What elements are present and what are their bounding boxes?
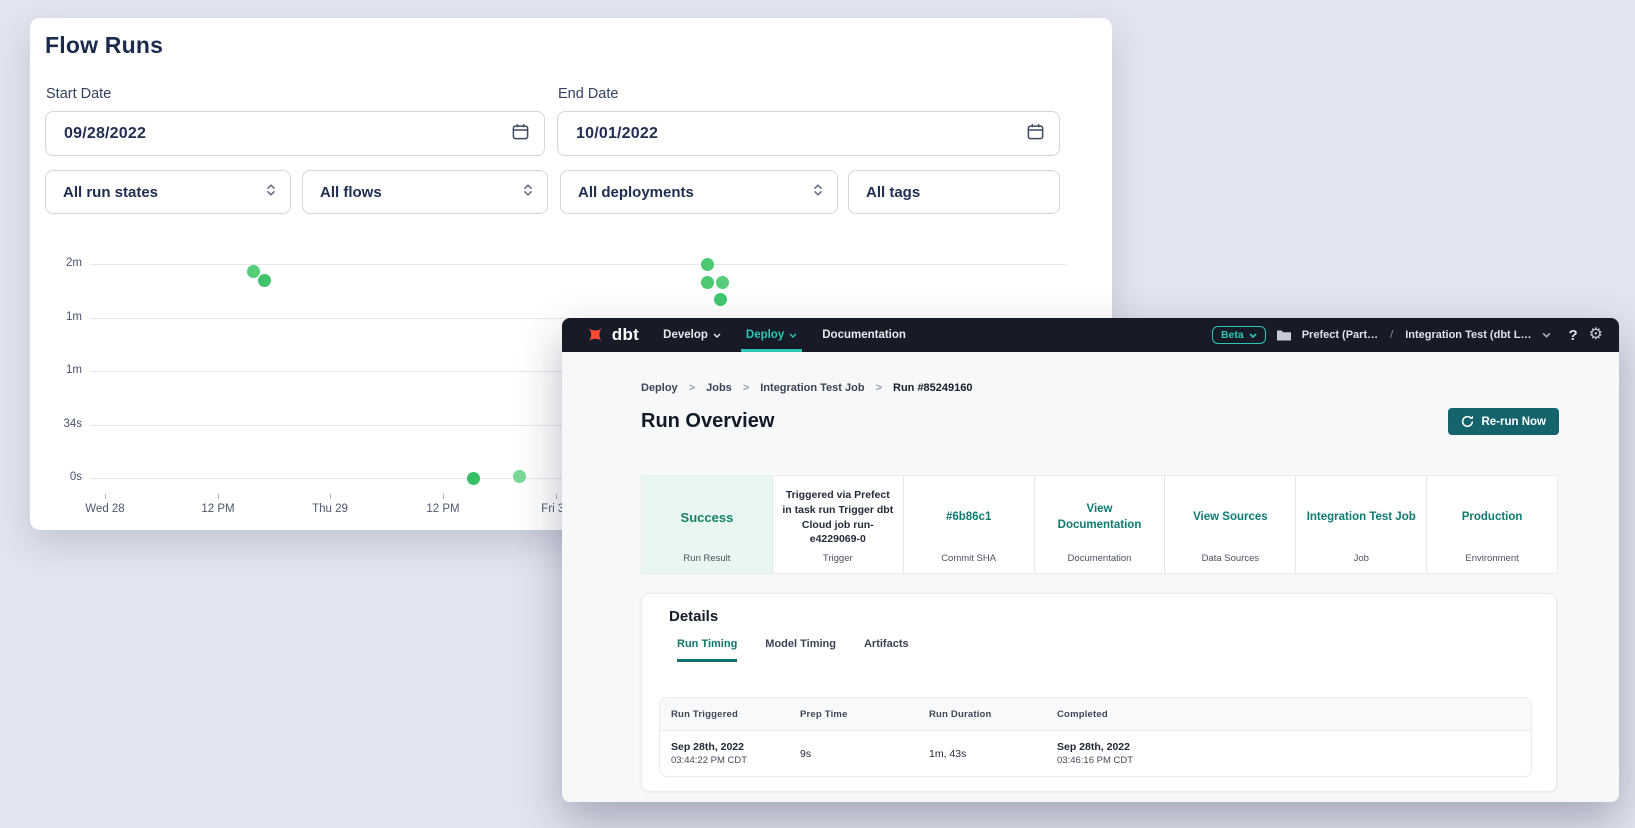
run-timing-table: Run Triggered Prep Time Run Duration Com… <box>659 697 1532 777</box>
desktop: Flow Runs Start Date End Date 09/28/2022… <box>0 0 1635 828</box>
gear-icon[interactable]: ⚙ <box>1589 327 1603 343</box>
card-run-result: Success Run Result <box>642 476 773 573</box>
project-selector[interactable]: Integration Test (dbt L… <box>1405 329 1531 341</box>
card-environment: Production Environment <box>1427 476 1557 573</box>
x-axis-tick-label: 12 PM <box>201 503 234 515</box>
dbt-cloud-window: ✦ dbt Develop Deploy Documentation Beta <box>562 318 1619 802</box>
chevron-down-icon <box>1249 333 1257 338</box>
card-trigger: Triggered via Prefect in task run Trigge… <box>773 476 904 573</box>
commit-sha-link[interactable]: #6b86c1 <box>946 510 991 526</box>
x-axis-tick-label: Thu 29 <box>312 503 348 515</box>
run-summary-cards: Success Run Result Triggered via Prefect… <box>641 475 1558 574</box>
rerun-now-button[interactable]: Re-run Now <box>1448 408 1559 435</box>
folder-icon <box>1277 329 1291 341</box>
y-axis-tick-label: 0s <box>38 471 82 483</box>
breadcrumb-run-number: Run #85249160 <box>893 382 973 394</box>
status-badge: Success <box>681 510 734 525</box>
flow-run-point[interactable] <box>701 276 714 289</box>
tab-artifacts[interactable]: Artifacts <box>864 638 909 662</box>
job-link[interactable]: Integration Test Job <box>1307 510 1416 526</box>
breadcrumb-jobs[interactable]: Jobs <box>706 382 732 394</box>
y-axis-tick-label: 34s <box>38 418 82 430</box>
view-sources-link[interactable]: View Sources <box>1193 510 1268 526</box>
col-completed: Completed <box>1057 709 1531 720</box>
dbt-brand[interactable]: dbt <box>612 325 639 345</box>
card-job: Integration Test Job Job <box>1296 476 1427 573</box>
y-axis-tick-label: 1m <box>38 364 82 376</box>
path-separator: / <box>1390 329 1393 341</box>
nav-item-develop[interactable]: Develop <box>663 318 721 352</box>
view-documentation-link[interactable]: View Documentation <box>1044 502 1156 533</box>
breadcrumb-separator: > <box>743 382 749 394</box>
col-prep-time: Prep Time <box>800 709 929 720</box>
x-axis-tick-mark <box>443 494 444 499</box>
breadcrumb-job-name[interactable]: Integration Test Job <box>760 382 864 394</box>
refresh-icon <box>1461 415 1474 428</box>
x-axis-tick-mark <box>556 494 557 499</box>
run-triggered-cell: Sep 28th, 2022 03:44:22 PM CDT <box>671 741 800 766</box>
run-duration-cell: 1m, 43s <box>929 748 1057 760</box>
breadcrumb-separator: > <box>689 382 695 394</box>
flow-run-point[interactable] <box>716 276 729 289</box>
y-axis-tick-label: 1m <box>38 311 82 323</box>
tab-run-timing[interactable]: Run Timing <box>677 638 737 662</box>
help-icon[interactable]: ? <box>1568 327 1577 344</box>
prep-time-cell: 9s <box>800 748 929 760</box>
x-axis-tick-mark <box>218 494 219 499</box>
chevron-down-icon <box>713 333 721 338</box>
breadcrumb-deploy[interactable]: Deploy <box>641 382 678 394</box>
y-axis-tick-label: 2m <box>38 257 82 269</box>
nav-item-deploy[interactable]: Deploy <box>746 318 797 352</box>
run-overview-title: Run Overview <box>641 410 774 433</box>
nav-item-documentation[interactable]: Documentation <box>822 318 906 352</box>
chart-gridline <box>90 264 1066 265</box>
environment-link[interactable]: Production <box>1462 510 1523 526</box>
completed-cell: Sep 28th, 2022 03:46:16 PM CDT <box>1057 741 1531 766</box>
dbt-logo-icon: ✦ <box>578 318 612 352</box>
chevron-down-icon <box>789 333 797 338</box>
table-row: Sep 28th, 2022 03:44:22 PM CDT 9s 1m, 43… <box>660 731 1531 776</box>
flow-run-point[interactable] <box>467 472 480 485</box>
breadcrumb-separator: > <box>876 382 882 394</box>
card-commit-sha: #6b86c1 Commit SHA <box>904 476 1035 573</box>
trigger-text: Triggered via Prefect in task run Trigge… <box>782 488 894 547</box>
tab-model-timing[interactable]: Model Timing <box>765 638 836 662</box>
account-name[interactable]: Prefect (Part… <box>1302 329 1378 341</box>
card-data-sources: View Sources Data Sources <box>1165 476 1296 573</box>
card-documentation: View Documentation Documentation <box>1035 476 1166 573</box>
heading-row: Run Overview Re-run Now <box>641 408 1559 435</box>
x-axis-tick-mark <box>105 494 106 499</box>
flow-run-point[interactable] <box>258 274 271 287</box>
table-header-row: Run Triggered Prep Time Run Duration Com… <box>660 698 1531 731</box>
x-axis-tick-label: 12 PM <box>426 503 459 515</box>
chevron-down-icon[interactable] <box>1542 332 1551 338</box>
col-run-triggered: Run Triggered <box>671 709 800 720</box>
flow-run-point[interactable] <box>714 293 727 306</box>
nav-right-group: Beta Prefect (Part… / Integration Test (… <box>1212 326 1603 344</box>
col-run-duration: Run Duration <box>929 709 1057 720</box>
x-axis-tick-label: Wed 28 <box>85 503 124 515</box>
flow-run-point[interactable] <box>513 470 526 483</box>
details-tabs: Run Timing Model Timing Artifacts <box>677 638 909 662</box>
dbt-top-nav: ✦ dbt Develop Deploy Documentation Beta <box>562 318 1619 352</box>
details-title: Details <box>669 608 718 625</box>
flow-run-point[interactable] <box>247 265 260 278</box>
flow-run-point[interactable] <box>701 258 714 271</box>
breadcrumb: Deploy > Jobs > Integration Test Job > R… <box>641 382 973 394</box>
x-axis-tick-mark <box>330 494 331 499</box>
details-card: Details Run Timing Model Timing Artifact… <box>641 593 1557 792</box>
beta-dropdown[interactable]: Beta <box>1212 326 1266 344</box>
